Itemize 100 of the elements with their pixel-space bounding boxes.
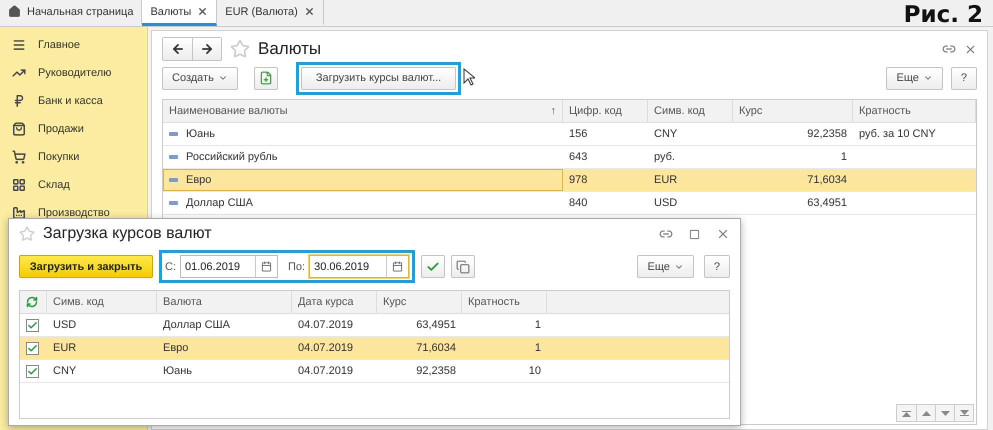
tab[interactable]: Валюты [142,0,218,26]
copy-button[interactable] [451,255,476,278]
column-header[interactable]: Цифр. код [563,100,648,122]
table-cell-text: USD [52,318,78,333]
copy-icon [456,260,470,274]
table-cell-text: 04.07.2019 [297,341,354,356]
more-button[interactable]: Еще [637,255,694,278]
sidebar-item[interactable]: Склад [0,171,147,199]
load-rates-button[interactable]: Загрузить курсы валют... [300,66,456,90]
table-cell: Российский рубль [163,146,563,168]
help-button[interactable]: ? [950,66,977,90]
column-header[interactable]: Наименование валюты ↑ [163,100,563,122]
sidebar-item[interactable]: Руководителю [0,59,147,87]
table-row[interactable]: Евро 978 EUR 71,6034 [163,169,976,192]
last-page-icon [960,410,968,416]
table-cell-text: 978 [568,173,588,188]
table-cell-text: 04.07.2019 [297,364,354,379]
sidebar-item[interactable]: Главное [0,31,147,59]
up-arrow-icon [922,410,930,416]
close-icon[interactable] [964,42,977,56]
table-cell-text: EUR [52,341,78,356]
dialog-title: Загрузка курсов валют [43,225,212,243]
scroll-first-button[interactable] [897,405,916,421]
add-file-button[interactable] [254,66,278,90]
table-cell-text: 10 [528,364,542,379]
table-cell-text: 04.07.2019 [297,318,354,333]
field-label: По: [288,260,306,272]
column-header[interactable]: Курс [733,100,853,122]
create-button[interactable]: Создать [162,66,238,90]
column-header[interactable]: Кратность [853,100,976,122]
right-arrow-icon [200,42,214,56]
item-icon [169,132,178,136]
back-button[interactable] [163,38,192,60]
column-header[interactable]: Валюта [157,291,292,313]
item-icon [169,201,178,205]
load-and-close-button[interactable]: Загрузить и закрыть [19,255,153,278]
star-icon[interactable] [230,39,250,59]
item-icon [169,178,178,182]
close-icon[interactable] [716,227,730,241]
table-cell-text: 92,2358 [415,364,457,379]
forward-button[interactable] [192,38,221,60]
table-cell-text: 1 [534,341,542,356]
sidebar-item[interactable]: Продажи [0,115,147,143]
first-page-icon [902,410,911,416]
navigation-buttons[interactable] [162,37,222,61]
table-cell-text: 71,6034 [806,173,848,188]
column-header[interactable]: Симв. код [47,291,157,313]
close-icon[interactable] [197,6,208,17]
column-header[interactable]: Симв. код [648,100,733,122]
scroll-last-button[interactable] [954,405,973,421]
checkmark-icon [426,260,440,274]
check-all-button[interactable] [421,255,446,278]
table-cell-text: руб. за 10 CNY [858,127,937,142]
ruble-coin-icon [12,94,26,108]
table-cell-text: 156 [568,127,588,142]
scroll-up-button[interactable] [916,405,935,421]
column-header[interactable]: Кратность [462,291,547,313]
more-button[interactable]: Еще [886,66,943,90]
window-title: Валюты [258,39,322,59]
file-plus-icon [258,71,273,85]
help-button[interactable]: ? [704,255,730,278]
maximize-icon[interactable] [689,228,700,240]
figure-label: Рис. 2 [904,2,983,28]
star-icon[interactable] [19,226,35,242]
table-cell-text: 1 [840,150,848,165]
table-cell-text: 840 [568,196,588,211]
cart-icon [12,150,26,164]
sidebar-item[interactable]: Банк и касса [0,87,147,115]
cursor-icon [463,68,476,86]
home-icon [8,5,21,18]
left-arrow-icon [170,42,184,56]
scroll-down-button[interactable] [935,405,954,421]
column-header[interactable]: Дата курса [292,291,377,313]
table-cell-text: CNY [52,364,78,379]
table-cell-text: 1 [534,318,542,333]
table-cell: Евро [163,169,563,191]
item-icon [169,155,178,159]
date-field[interactable]: 30.06.2019 [309,255,410,278]
table-cell-text: 63,4951 [415,318,457,333]
table-cell: Юань [163,123,563,145]
date-field[interactable]: 01.06.2019 [180,255,278,278]
table-row[interactable]: EUR Евро 04.07.2019 71,6034 1 [20,337,729,360]
bag-icon [12,122,26,136]
field-label: С: [165,260,176,272]
checkbox[interactable] [26,364,39,378]
close-icon[interactable] [304,6,315,17]
table-cell-text: Доллар США [162,318,231,333]
table-cell-text: EUR [653,173,678,188]
grid-icon [12,178,26,192]
checkbox[interactable] [26,318,39,332]
table-cell-text: USD [653,196,678,211]
column-header[interactable]: Курс [377,291,462,313]
sidebar-item[interactable]: Покупки [0,143,147,171]
sidebar-item[interactable]: Производство [0,199,147,227]
table-cell-text: CNY [653,127,678,142]
checkbox[interactable] [26,342,39,354]
factory-icon [12,206,26,220]
table-cell-text: Евро [162,341,190,356]
table-cell-text: руб. [653,150,676,165]
table-cell-text: 63,4951 [806,196,848,211]
